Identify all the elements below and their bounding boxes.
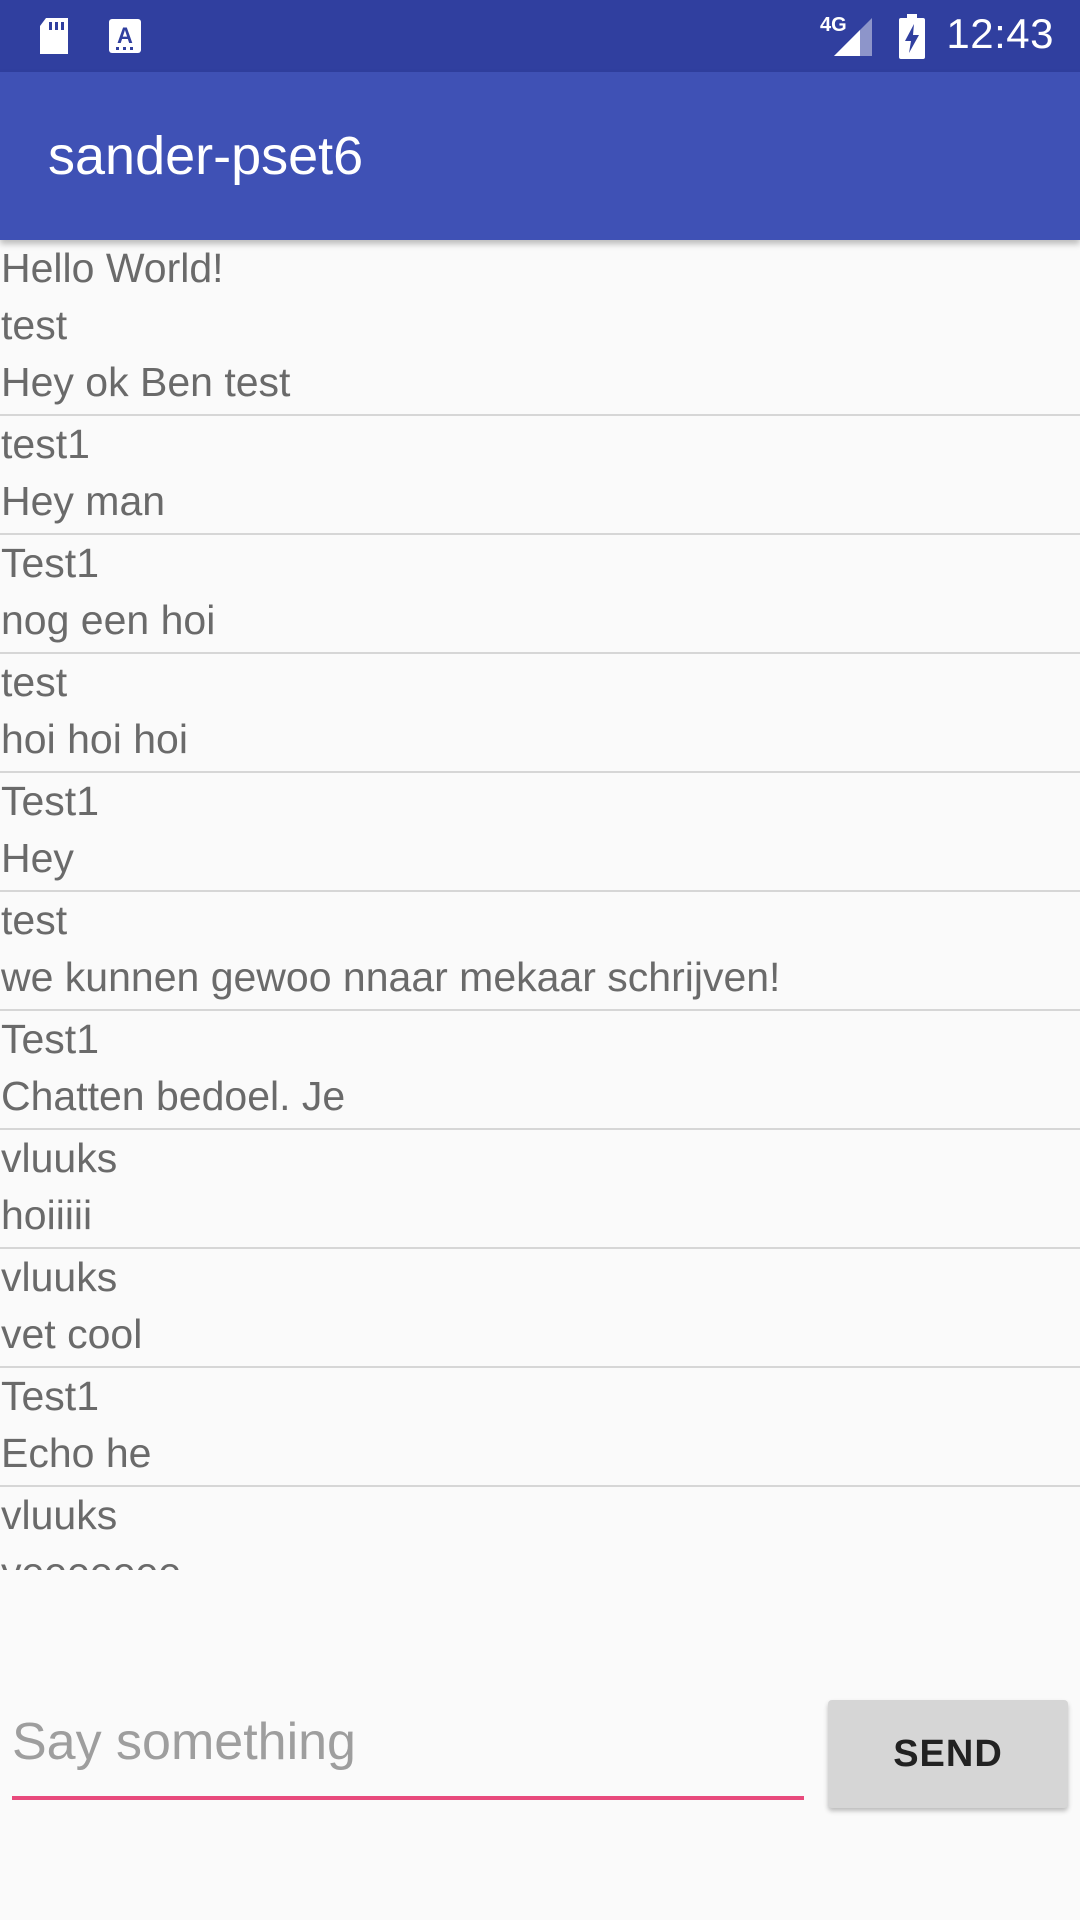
message-text: test bbox=[1, 302, 68, 348]
message-sender: Test1 bbox=[1, 1373, 99, 1419]
message-sender: vluuks bbox=[1, 1254, 118, 1300]
signal-icon bbox=[830, 16, 874, 63]
message-text: yeeeeeee bbox=[0, 1544, 1080, 1570]
list-item[interactable]: vluuks vet cool bbox=[0, 1249, 1080, 1368]
battery-charging-icon bbox=[898, 14, 926, 65]
message-sender: Test1 bbox=[1, 778, 99, 824]
list-item[interactable]: Test1 Echo he bbox=[0, 1368, 1080, 1487]
app-bar: sander-pset6 bbox=[0, 72, 1080, 240]
svg-text:A: A bbox=[117, 23, 133, 48]
message-input-underline bbox=[12, 1688, 804, 1800]
message-list[interactable]: Hello World! test Hey ok Ben test test1 Hey … bbox=[0, 240, 1080, 1570]
message-text: hoi hoi hoi bbox=[1, 716, 188, 762]
message-composer: SEND bbox=[0, 1680, 1080, 1820]
message-input[interactable] bbox=[12, 1688, 804, 1796]
message-sender: Hello World! bbox=[1, 245, 224, 291]
list-item[interactable]: Test1 Hey bbox=[0, 773, 1080, 892]
message-sender: vluuks bbox=[1, 1135, 118, 1181]
message-text: Chatten bedoel. Je bbox=[1, 1073, 346, 1119]
status-bar: A 4G 12:43 bbox=[0, 0, 1080, 72]
list-item[interactable]: test1 Hey man bbox=[0, 416, 1080, 535]
list-item[interactable]: test hoi hoi hoi bbox=[0, 654, 1080, 773]
sd-card-icon bbox=[36, 16, 72, 61]
message-text: nog een hoi bbox=[1, 597, 216, 643]
list-item[interactable]: vluuks hoiiiii bbox=[0, 1130, 1080, 1249]
list-item[interactable]: Hello World! test Hey ok Ben test bbox=[0, 240, 1080, 416]
message-text: we kunnen gewoo nnaar mekaar schrijven! bbox=[1, 954, 781, 1000]
message-sender: vluuks bbox=[1, 1492, 118, 1538]
message-text: Hey man bbox=[1, 478, 166, 524]
status-clock: 12:43 bbox=[946, 10, 1054, 57]
message-sender: test1 bbox=[1, 421, 90, 467]
app-title: sander-pset6 bbox=[48, 126, 364, 186]
send-button[interactable]: SEND bbox=[828, 1700, 1068, 1808]
keyboard-a-icon: A bbox=[108, 18, 142, 61]
list-item[interactable]: vluuks yeeeeeee bbox=[0, 1487, 1080, 1570]
message-text: Hey ok Ben test bbox=[1, 359, 291, 405]
list-item[interactable]: test we kunnen gewoo nnaar mekaar schrijv… bbox=[0, 892, 1080, 1011]
message-sender: Test1 bbox=[1, 1016, 99, 1062]
message-text: Hey bbox=[1, 835, 74, 881]
message-text: Echo he bbox=[1, 1430, 152, 1476]
list-item[interactable]: Test1 Chatten bedoel. Je bbox=[0, 1011, 1080, 1130]
message-sender: test bbox=[1, 897, 68, 943]
message-sender: test bbox=[1, 659, 68, 705]
message-sender: Test1 bbox=[1, 540, 99, 586]
message-text: hoiiiii bbox=[1, 1192, 93, 1238]
message-text: vet cool bbox=[1, 1311, 143, 1357]
list-item[interactable]: Test1 nog een hoi bbox=[0, 535, 1080, 654]
